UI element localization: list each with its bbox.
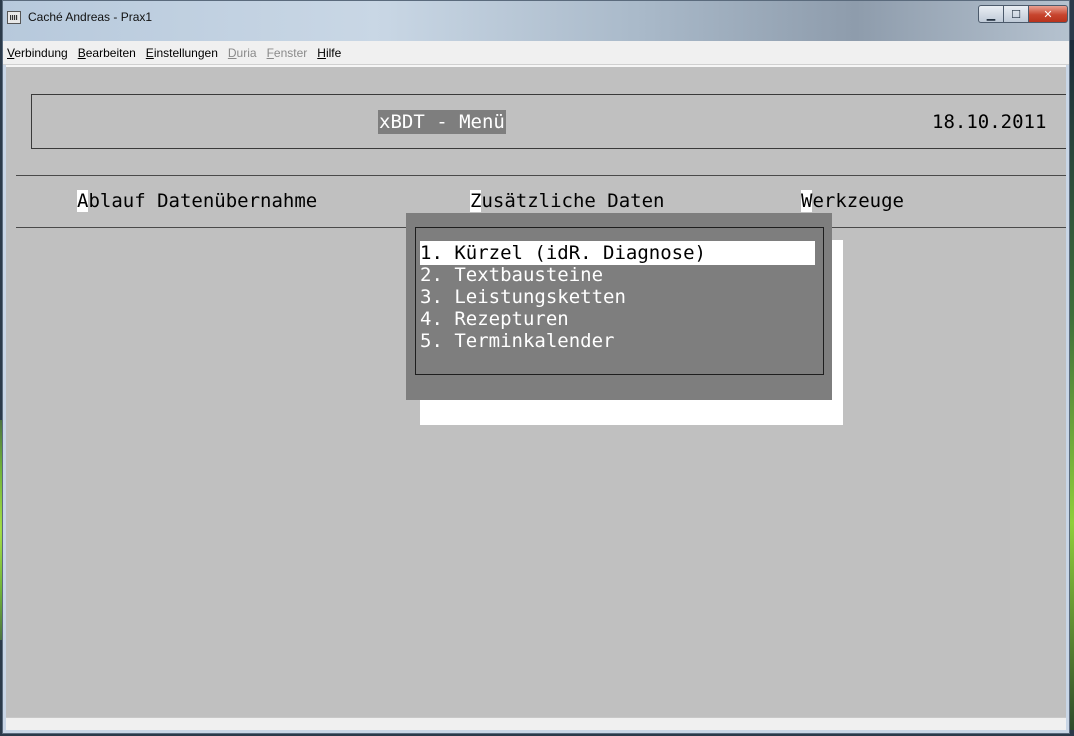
app-window: Caché Andreas - Prax1 ▁ ☐ ✕ Verbindung B… [2,0,1070,734]
close-button[interactable]: ✕ [1028,5,1068,23]
menu-top-divider [16,175,1066,176]
terminal-top-border [6,65,1066,67]
title-bar[interactable]: Caché Andreas - Prax1 ▁ ☐ ✕ [3,1,1069,41]
dropdown-item-kuerzel[interactable]: 1. Kürzel (idR. Diagnose) [420,241,815,265]
minimize-icon: ▁ [986,7,996,21]
header-frame [31,94,1066,149]
menu-hilfe[interactable]: Hilfe [317,46,341,60]
screen-title: xBDT - Menü [378,110,506,134]
menu-verbindung[interactable]: Verbindung [7,46,68,60]
menu-duria[interactable]: Duria [228,46,257,60]
screen-date: 18.10.2011 [932,111,1047,133]
dropdown-item-rezepturen[interactable]: 4. Rezepturen [420,307,569,331]
menu-einstellungen[interactable]: Einstellungen [146,46,218,60]
minimize-button[interactable]: ▁ [978,5,1004,23]
terminal-app-icon[interactable] [7,11,21,24]
menu-bar: Verbindung Bearbeiten Einstellungen Duri… [3,41,1069,65]
menu-bearbeiten[interactable]: Bearbeiten [78,46,136,60]
dropdown-item-leistungsketten[interactable]: 3. Leistungsketten [420,285,626,309]
menu-zusaetzliche-daten[interactable]: Zusätzliche Daten [470,189,664,213]
maximize-button[interactable]: ☐ [1003,5,1029,23]
horizontal-scrollbar[interactable] [6,717,1066,730]
menu-werkzeuge[interactable]: Werkzeuge [801,189,904,213]
menu-fenster[interactable]: Fenster [267,46,308,60]
maximize-icon: ☐ [1011,7,1021,21]
dropdown-menu: 1. Kürzel (idR. Diagnose) 2. Textbaustei… [406,213,832,400]
close-icon: ✕ [1043,7,1053,21]
window-title: Caché Andreas - Prax1 [28,10,153,24]
menu-ablauf-datenuebernahme[interactable]: Ablauf Datenübernahme [77,189,317,213]
dropdown-item-terminkalender[interactable]: 5. Terminkalender [420,329,614,353]
terminal-screen[interactable]: xBDT - Menü 18.10.2011 Ablauf Datenübern… [6,65,1066,730]
dropdown-item-textbausteine[interactable]: 2. Textbausteine [420,263,603,287]
